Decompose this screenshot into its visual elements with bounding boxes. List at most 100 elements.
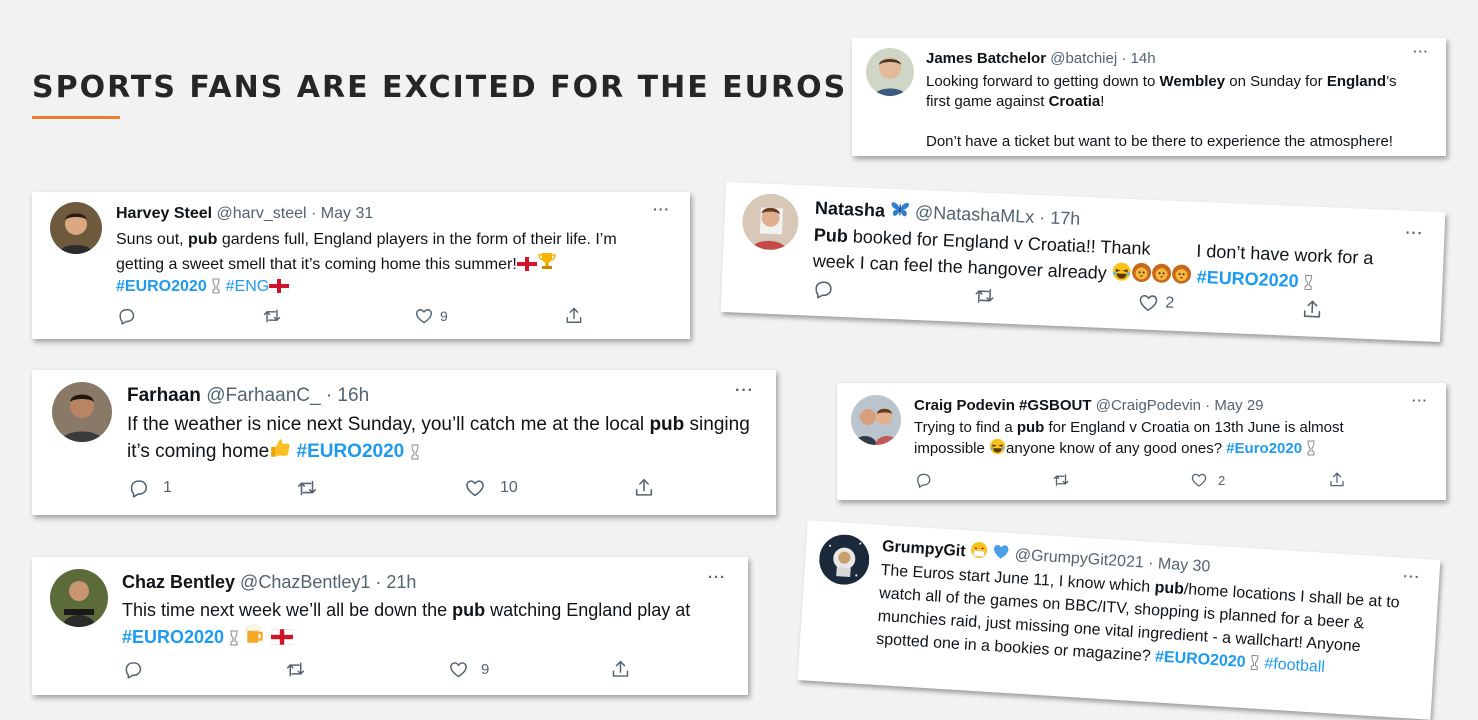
tweet-text: If the weather is nice next Sunday, you’…: [127, 414, 750, 462]
share-icon: [610, 659, 631, 680]
england-flag-emoji: [271, 629, 293, 645]
share-button[interactable]: [1328, 471, 1346, 489]
trophy-emoji: [537, 251, 557, 271]
author-handle[interactable]: @CraigPodevin: [1096, 397, 1201, 414]
retweet-icon: [285, 659, 306, 680]
butterfly-emoji: [890, 199, 911, 220]
reply-button[interactable]: [122, 659, 143, 680]
share-button[interactable]: [633, 477, 655, 499]
tweet-card-james-batchelor[interactable]: James Batchelor @batchiej · 14h ··· Look…: [852, 38, 1446, 156]
retweet-icon: [296, 477, 318, 499]
avatar[interactable]: [817, 533, 871, 587]
hashtag-link[interactable]: #EURO2020: [1155, 648, 1247, 671]
like-button[interactable]: 9: [448, 659, 489, 680]
avatar[interactable]: [741, 192, 800, 252]
trophy-emoji: [211, 278, 221, 294]
more-icon[interactable]: ···: [1405, 224, 1424, 242]
tweet-time[interactable]: · 21h: [375, 572, 416, 592]
tweet-card-chaz-bentley[interactable]: Chaz Bentley @ChazBentley1 · 21h ··· Thi…: [32, 557, 748, 695]
tweet-header: Chaz Bentley @ChazBentley1 · 21h: [122, 572, 416, 593]
more-icon[interactable]: ···: [1403, 568, 1421, 585]
like-count: 10: [500, 479, 518, 496]
hashtag-link[interactable]: #Euro2020: [1226, 440, 1302, 457]
hashtag-link[interactable]: #football: [1264, 655, 1325, 676]
tweet-card-natasha[interactable]: Natasha @NatashaMLx · 17h ··· Pub booked…: [720, 181, 1446, 343]
more-icon[interactable]: ···: [708, 569, 726, 586]
like-button[interactable]: 9: [414, 306, 448, 326]
author-name[interactable]: Farhaan: [127, 385, 201, 406]
tweet-card-grumpygit[interactable]: GrumpyGit @GrumpyGit2021 · May 30 ··· Th…: [797, 520, 1441, 720]
tweet-text: The Euros start June 11, I know which pu…: [875, 561, 1401, 677]
retweet-icon: [262, 306, 282, 326]
tweet-card-harvey-steel[interactable]: Harvey Steel @harv_steel · May 31 ··· Su…: [32, 192, 690, 339]
avatar[interactable]: [52, 382, 112, 442]
tweet-card-craig-podevin[interactable]: Craig Podevin #GSBOUT @CraigPodevin · Ma…: [837, 383, 1446, 500]
laughing-emoji: [989, 438, 1006, 455]
tweet-time[interactable]: · May 29: [1205, 397, 1263, 414]
share-icon: [1328, 471, 1346, 489]
share-button[interactable]: [564, 306, 584, 326]
like-count: 9: [481, 661, 490, 678]
author-name[interactable]: GrumpyGit: [882, 538, 966, 560]
reply-button[interactable]: 1: [127, 477, 172, 499]
hashtag-link[interactable]: #EURO2020: [1196, 267, 1299, 291]
tweet-header: James Batchelor @batchiej · 14h: [926, 50, 1156, 67]
reply-icon: [127, 477, 149, 499]
more-icon[interactable]: ···: [735, 382, 754, 400]
tweet-time[interactable]: · May 30: [1148, 555, 1211, 576]
retweet-button[interactable]: [296, 477, 318, 499]
author-name[interactable]: Harvey Steel: [116, 205, 212, 222]
retweet-button[interactable]: [285, 659, 306, 680]
author-handle[interactable]: @ChazBentley1: [240, 572, 370, 592]
author-name[interactable]: Natasha: [815, 198, 886, 221]
author-handle[interactable]: @NatashaMLx: [915, 202, 1035, 227]
like-button[interactable]: 2: [1190, 471, 1225, 489]
hashtag-link[interactable]: #EURO2020: [297, 441, 405, 462]
tweet-time[interactable]: · 16h: [326, 385, 369, 406]
like-icon: [448, 659, 469, 680]
author-handle[interactable]: @FarhaanC_: [206, 385, 320, 406]
share-button[interactable]: [1301, 298, 1324, 321]
retweet-button[interactable]: [973, 284, 996, 307]
trophy-emoji: [1250, 654, 1261, 671]
reply-icon: [811, 278, 834, 301]
avatar[interactable]: [50, 569, 108, 627]
tweet-time[interactable]: · May 31: [311, 205, 373, 222]
share-button[interactable]: [610, 659, 631, 680]
hashtag-link[interactable]: #EURO2020: [116, 278, 207, 295]
author-handle[interactable]: @batchiej: [1050, 50, 1117, 67]
more-icon[interactable]: ···: [1412, 393, 1428, 408]
reply-icon: [116, 306, 136, 326]
reply-button[interactable]: [914, 471, 932, 489]
tweet-header: Farhaan @FarhaanC_ · 16h: [127, 385, 369, 407]
trophy-emoji: [410, 444, 420, 460]
tweet-card-farhaan[interactable]: Farhaan @FarhaanC_ · 16h ··· If the weat…: [32, 370, 776, 515]
more-icon[interactable]: ···: [1413, 44, 1429, 59]
author-name[interactable]: Craig Podevin #GSBOUT: [914, 397, 1092, 414]
share-icon: [633, 477, 655, 499]
avatar[interactable]: [866, 48, 914, 96]
reply-count: 1: [163, 479, 172, 496]
more-icon[interactable]: ···: [653, 201, 670, 217]
hashtag-link[interactable]: #EURO2020: [122, 627, 224, 647]
author-name[interactable]: Chaz Bentley: [122, 572, 235, 592]
tweet-text: Trying to find a pub for England v Croat…: [914, 419, 1344, 457]
avatar[interactable]: [851, 395, 901, 445]
retweet-button[interactable]: [262, 306, 282, 326]
retweet-icon: [1052, 471, 1070, 489]
reply-icon: [914, 471, 932, 489]
retweet-button[interactable]: [1052, 471, 1070, 489]
trophy-emoji: [1306, 440, 1316, 456]
avatar[interactable]: [50, 202, 102, 254]
like-button[interactable]: 10: [464, 477, 518, 499]
reply-button[interactable]: [116, 306, 136, 326]
author-handle[interactable]: @harv_steel: [217, 205, 307, 222]
like-button[interactable]: 2: [1137, 291, 1175, 315]
slide-title: SPORTS FANS ARE EXCITED FOR THE EUROS: [32, 70, 848, 105]
tweet-time[interactable]: · 14h: [1121, 50, 1155, 67]
mask-emoji: [970, 541, 989, 560]
reply-button[interactable]: [811, 278, 834, 301]
author-name[interactable]: James Batchelor: [926, 50, 1046, 67]
hashtag-link[interactable]: #ENG: [226, 278, 270, 295]
tweet-time[interactable]: · 17h: [1039, 207, 1081, 229]
